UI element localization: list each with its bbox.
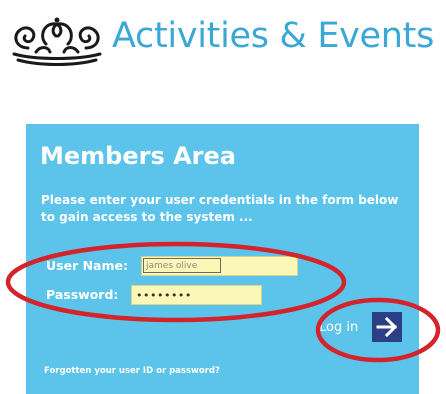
forgot-credentials-link[interactable]: Forgotten your user ID or password? (44, 366, 220, 376)
username-label: User Name: (46, 258, 128, 273)
panel-title: Members Area (40, 142, 236, 170)
page: Activities & Events Members Area Please … (0, 0, 446, 394)
username-input[interactable] (141, 256, 298, 276)
crown-crest-logo (12, 17, 102, 66)
password-label: Password: (46, 287, 119, 302)
header: Activities & Events (0, 0, 446, 80)
arrow-right-icon (376, 316, 398, 338)
panel-description: Please enter your user credentials in th… (41, 193, 399, 224)
site-title: Activities & Events (112, 16, 435, 56)
login-button[interactable] (372, 312, 402, 342)
password-input[interactable] (131, 285, 262, 305)
login-label[interactable]: Log in (319, 320, 358, 335)
members-login-panel: Members Area Please enter your user cred… (26, 124, 419, 394)
